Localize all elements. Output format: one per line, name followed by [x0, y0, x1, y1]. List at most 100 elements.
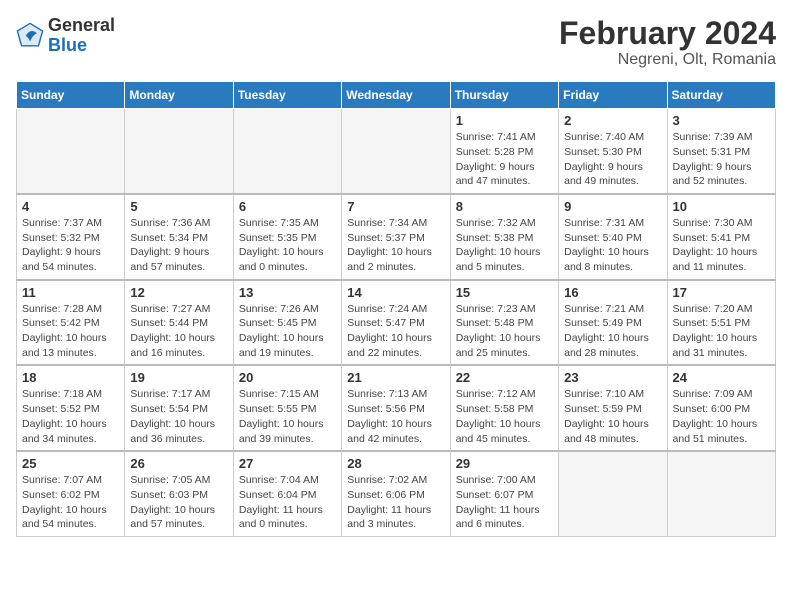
day-number: 13 — [239, 285, 336, 300]
day-info: Sunrise: 7:05 AMSunset: 6:03 PMDaylight:… — [130, 473, 227, 532]
calendar-cell: 20 Sunrise: 7:15 AMSunset: 5:55 PMDayligh… — [233, 365, 341, 451]
day-number: 18 — [22, 370, 119, 385]
day-info: Sunrise: 7:30 AMSunset: 5:41 PMDaylight:… — [673, 216, 770, 275]
day-number: 26 — [130, 456, 227, 471]
day-of-week-header: Thursday — [450, 82, 558, 109]
page-header: General Blue February 2024 Negreni, Olt,… — [16, 16, 776, 69]
day-info: Sunrise: 7:40 AMSunset: 5:30 PMDaylight:… — [564, 130, 661, 189]
day-info: Sunrise: 7:26 AMSunset: 5:45 PMDaylight:… — [239, 302, 336, 361]
day-number: 5 — [130, 199, 227, 214]
day-of-week-header: Monday — [125, 82, 233, 109]
day-info: Sunrise: 7:32 AMSunset: 5:38 PMDaylight:… — [456, 216, 553, 275]
day-info: Sunrise: 7:15 AMSunset: 5:55 PMDaylight:… — [239, 387, 336, 446]
logo-text: General Blue — [48, 16, 115, 56]
logo: General Blue — [16, 16, 115, 56]
day-number: 21 — [347, 370, 444, 385]
calendar-cell: 11Sunrise: 7:28 AMSunset: 5:42 PMDayligh… — [17, 280, 125, 366]
day-number: 29 — [456, 456, 553, 471]
day-number: 2 — [564, 113, 661, 128]
calendar-cell — [125, 109, 233, 194]
calendar-cell: 6 Sunrise: 7:35 AMSunset: 5:35 PMDaylight… — [233, 194, 341, 280]
calendar-cell: 8 Sunrise: 7:32 AMSunset: 5:38 PMDaylight… — [450, 194, 558, 280]
day-info: Sunrise: 7:23 AMSunset: 5:48 PMDaylight:… — [456, 302, 553, 361]
day-number: 7 — [347, 199, 444, 214]
day-number: 17 — [673, 285, 770, 300]
day-info: Sunrise: 7:28 AMSunset: 5:42 PMDaylight:… — [22, 302, 119, 361]
calendar-cell: 21 Sunrise: 7:13 AMSunset: 5:56 PMDayligh… — [342, 365, 450, 451]
calendar-cell: 19Sunrise: 7:17 AMSunset: 5:54 PMDayligh… — [125, 365, 233, 451]
calendar-cell: 16 Sunrise: 7:21 AMSunset: 5:49 PMDayligh… — [559, 280, 667, 366]
calendar-cell: 18Sunrise: 7:18 AMSunset: 5:52 PMDayligh… — [17, 365, 125, 451]
day-number: 9 — [564, 199, 661, 214]
calendar-cell: 12Sunrise: 7:27 AMSunset: 5:44 PMDayligh… — [125, 280, 233, 366]
day-number: 20 — [239, 370, 336, 385]
calendar-cell: 3Sunrise: 7:39 AMSunset: 5:31 PMDaylight… — [667, 109, 775, 194]
day-info: Sunrise: 7:09 AMSunset: 6:00 PMDaylight:… — [673, 387, 770, 446]
title-block: February 2024 Negreni, Olt, Romania — [559, 16, 776, 69]
day-number: 12 — [130, 285, 227, 300]
day-info: Sunrise: 7:17 AMSunset: 5:54 PMDaylight:… — [130, 387, 227, 446]
day-info: Sunrise: 7:13 AMSunset: 5:56 PMDaylight:… — [347, 387, 444, 446]
day-of-week-header: Wednesday — [342, 82, 450, 109]
calendar-cell: 23 Sunrise: 7:10 AMSunset: 5:59 PMDayligh… — [559, 365, 667, 451]
day-info: Sunrise: 7:34 AMSunset: 5:37 PMDaylight:… — [347, 216, 444, 275]
day-info: Sunrise: 7:37 AMSunset: 5:32 PMDaylight:… — [22, 216, 119, 275]
day-number: 4 — [22, 199, 119, 214]
day-number: 6 — [239, 199, 336, 214]
day-info: Sunrise: 7:10 AMSunset: 5:59 PMDaylight:… — [564, 387, 661, 446]
day-number: 8 — [456, 199, 553, 214]
day-info: Sunrise: 7:41 AMSunset: 5:28 PMDaylight:… — [456, 130, 553, 189]
calendar-cell: 22 Sunrise: 7:12 AMSunset: 5:58 PMDayligh… — [450, 365, 558, 451]
day-number: 3 — [673, 113, 770, 128]
day-number: 10 — [673, 199, 770, 214]
day-info: Sunrise: 7:00 AMSunset: 6:07 PMDaylight:… — [456, 473, 553, 532]
calendar-week-row: 1 Sunrise: 7:41 AMSunset: 5:28 PMDaylight… — [17, 109, 776, 194]
calendar-header-row: SundayMondayTuesdayWednesdayThursdayFrid… — [17, 82, 776, 109]
calendar-cell: 29 Sunrise: 7:00 AMSunset: 6:07 PMDayligh… — [450, 451, 558, 536]
day-info: Sunrise: 7:24 AMSunset: 5:47 PMDaylight:… — [347, 302, 444, 361]
day-info: Sunrise: 7:21 AMSunset: 5:49 PMDaylight:… — [564, 302, 661, 361]
logo-icon — [16, 22, 44, 50]
day-of-week-header: Tuesday — [233, 82, 341, 109]
day-info: Sunrise: 7:35 AMSunset: 5:35 PMDaylight:… — [239, 216, 336, 275]
day-of-week-header: Friday — [559, 82, 667, 109]
calendar-cell: 27 Sunrise: 7:04 AMSunset: 6:04 PMDayligh… — [233, 451, 341, 536]
day-number: 23 — [564, 370, 661, 385]
day-info: Sunrise: 7:12 AMSunset: 5:58 PMDaylight:… — [456, 387, 553, 446]
calendar-cell: 1 Sunrise: 7:41 AMSunset: 5:28 PMDaylight… — [450, 109, 558, 194]
day-number: 24 — [673, 370, 770, 385]
day-number: 27 — [239, 456, 336, 471]
day-number: 28 — [347, 456, 444, 471]
calendar-cell — [559, 451, 667, 536]
day-info: Sunrise: 7:02 AMSunset: 6:06 PMDaylight:… — [347, 473, 444, 532]
calendar-week-row: 18Sunrise: 7:18 AMSunset: 5:52 PMDayligh… — [17, 365, 776, 451]
day-number: 25 — [22, 456, 119, 471]
calendar-cell — [233, 109, 341, 194]
day-info: Sunrise: 7:20 AMSunset: 5:51 PMDaylight:… — [673, 302, 770, 361]
calendar-cell: 4 Sunrise: 7:37 AMSunset: 5:32 PMDaylight… — [17, 194, 125, 280]
calendar-cell — [17, 109, 125, 194]
calendar-cell — [342, 109, 450, 194]
calendar-cell: 10 Sunrise: 7:30 AMSunset: 5:41 PMDayligh… — [667, 194, 775, 280]
day-number: 16 — [564, 285, 661, 300]
day-info: Sunrise: 7:31 AMSunset: 5:40 PMDaylight:… — [564, 216, 661, 275]
day-number: 15 — [456, 285, 553, 300]
calendar-cell — [667, 451, 775, 536]
calendar-cell: 17 Sunrise: 7:20 AMSunset: 5:51 PMDayligh… — [667, 280, 775, 366]
day-info: Sunrise: 7:04 AMSunset: 6:04 PMDaylight:… — [239, 473, 336, 532]
day-number: 22 — [456, 370, 553, 385]
calendar-cell: 15 Sunrise: 7:23 AMSunset: 5:48 PMDayligh… — [450, 280, 558, 366]
calendar-cell: 5 Sunrise: 7:36 AMSunset: 5:34 PMDaylight… — [125, 194, 233, 280]
calendar-week-row: 4 Sunrise: 7:37 AMSunset: 5:32 PMDaylight… — [17, 194, 776, 280]
calendar-cell: 9 Sunrise: 7:31 AMSunset: 5:40 PMDaylight… — [559, 194, 667, 280]
calendar-table: SundayMondayTuesdayWednesdayThursdayFrid… — [16, 81, 776, 537]
day-info: Sunrise: 7:36 AMSunset: 5:34 PMDaylight:… — [130, 216, 227, 275]
calendar-week-row: 25 Sunrise: 7:07 AMSunset: 6:02 PMDayligh… — [17, 451, 776, 536]
calendar-subtitle: Negreni, Olt, Romania — [559, 51, 776, 69]
day-of-week-header: Sunday — [17, 82, 125, 109]
calendar-title: February 2024 — [559, 16, 776, 51]
calendar-cell: 2 Sunrise: 7:40 AMSunset: 5:30 PMDaylight… — [559, 109, 667, 194]
day-number: 1 — [456, 113, 553, 128]
calendar-cell: 7 Sunrise: 7:34 AMSunset: 5:37 PMDaylight… — [342, 194, 450, 280]
day-info: Sunrise: 7:07 AMSunset: 6:02 PMDaylight:… — [22, 473, 119, 532]
